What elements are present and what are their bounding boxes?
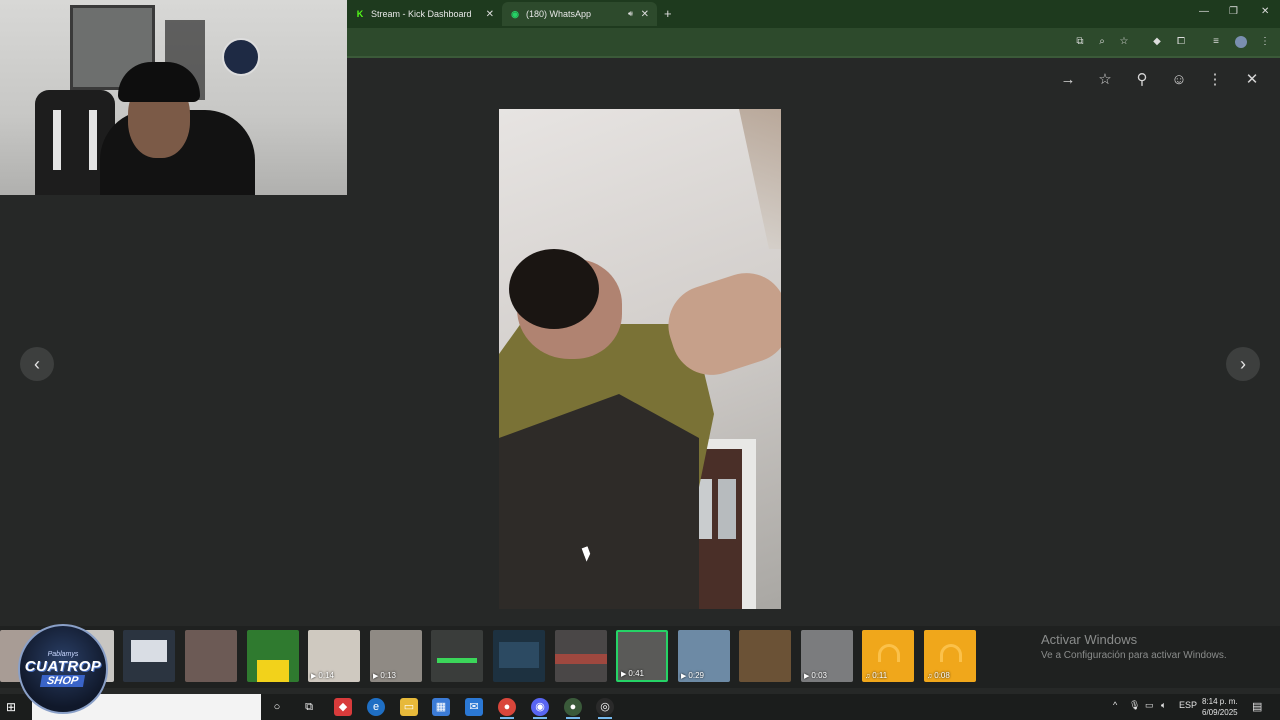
thumbnail[interactable]: ▶ 0:29 — [678, 630, 730, 682]
notifications-icon[interactable]: ▤ — [1252, 700, 1262, 713]
star-icon[interactable]: ☆ — [1095, 70, 1115, 90]
headphones-icon — [878, 644, 900, 662]
thumbnail-audio[interactable]: ♫ 0:11 — [862, 630, 914, 682]
video-duration: 0:29 — [688, 671, 704, 680]
edge-icon[interactable]: e — [367, 698, 385, 716]
thumbnail[interactable] — [185, 630, 237, 682]
brand-logo-overlay: Pablamys CUATROP SHOP — [18, 624, 108, 714]
store-icon[interactable]: ▦ — [432, 698, 450, 716]
thumbnail-audio[interactable]: ♫ 0:08 — [924, 630, 976, 682]
pin-icon[interactable]: ⚲ — [1132, 70, 1152, 90]
close-tab-icon[interactable]: ✕ — [486, 9, 494, 20]
language-indicator[interactable]: ESP — [1179, 700, 1197, 710]
tab-title: (180) WhatsApp — [526, 9, 592, 19]
brand-logo-top: Pablamys — [47, 651, 79, 658]
tray-chevron-icon[interactable]: ^ — [1113, 700, 1117, 710]
next-media-button[interactable]: › — [1226, 347, 1260, 381]
extensions-puzzle-icon[interactable]: ⧠ — [1175, 36, 1187, 48]
clock-date: 6/09/2025 — [1202, 708, 1238, 717]
clock-time: 8:14 p. m. — [1202, 697, 1238, 706]
close-tab-icon[interactable]: ✕ — [641, 9, 649, 20]
media-controls-icon[interactable]: ≡ — [1210, 36, 1222, 48]
thumbnail[interactable] — [431, 630, 483, 682]
thumbnail[interactable]: ▶ 0:03 — [801, 630, 853, 682]
audio-duration: 0:11 — [872, 671, 888, 680]
headphones-icon — [940, 644, 962, 662]
kick-icon: K — [356, 9, 364, 19]
tab-title: Stream - Kick Dashboard — [371, 9, 472, 19]
cast-icon[interactable]: ⧉ — [1074, 36, 1086, 48]
bookmark-star-icon[interactable]: ☆ — [1118, 36, 1130, 48]
video-duration: 0:13 — [380, 671, 396, 680]
thumbnail[interactable] — [739, 630, 791, 682]
media-video-player[interactable] — [499, 109, 781, 609]
speaker-icon[interactable]: 🔊︎ — [628, 9, 633, 19]
forward-icon[interactable]: → — [1058, 70, 1078, 90]
brand-logo-tag: SHOP — [40, 675, 86, 687]
network-icon[interactable]: ▭ — [1145, 700, 1154, 711]
close-icon[interactable]: ✕ — [1242, 70, 1262, 90]
taskbar-clock[interactable]: 8:14 p. m. 6/09/2025 — [1202, 696, 1238, 718]
mail-icon[interactable]: ✉ — [465, 698, 483, 716]
windows-start-icon[interactable]: ⊞ — [6, 700, 20, 714]
video-icon: ▶ — [373, 673, 379, 680]
react-emoji-icon[interactable]: ☺ — [1169, 70, 1189, 90]
browser-toolbar: ⧉ ⌕ ☆ ◆ ⧠ ≡ ⋮ — [347, 28, 1280, 56]
webcam-wall-logo — [222, 38, 260, 76]
windows-activation-watermark: Activar Windows Ve a Configuración para … — [1041, 632, 1227, 661]
app-red-icon[interactable]: ◆ — [334, 698, 352, 716]
more-options-icon[interactable]: ⋮ — [1205, 70, 1225, 90]
video-icon: ▶ — [311, 673, 317, 680]
chrome-profile-icon[interactable]: ● — [564, 698, 582, 719]
tab-whatsapp[interactable]: ◉ (180) WhatsApp 🔊︎ ✕ — [502, 2, 657, 26]
audio-icon: ♫ — [927, 673, 933, 680]
webcam-overlay — [0, 0, 347, 195]
extension-diamond-icon[interactable]: ◆ — [1151, 36, 1163, 48]
thumbnail[interactable] — [555, 630, 607, 682]
window-close-icon[interactable]: ✕ — [1261, 6, 1269, 17]
file-explorer-icon[interactable]: ▭ — [400, 698, 418, 716]
chrome-icon[interactable]: ● — [498, 698, 516, 719]
audio-duration: 0:08 — [934, 671, 950, 680]
audio-icon: ♫ — [865, 673, 871, 680]
new-tab-button[interactable]: + — [664, 6, 672, 21]
volume-icon[interactable]: 🔈︎ — [1161, 700, 1166, 711]
media-person-hair — [509, 249, 599, 329]
watermark-title: Activar Windows — [1041, 632, 1138, 647]
zoom-icon[interactable]: ⌕ — [1096, 36, 1108, 48]
thumbnail-selected[interactable]: ▶ 0:41 — [616, 630, 668, 682]
watermark-subtitle: Ve a Configuración para activar Windows. — [1041, 650, 1227, 661]
browser-tab-bar: K Stream - Kick Dashboard ✕ ◉ (180) What… — [347, 0, 1280, 28]
cortana-icon[interactable]: ○ — [268, 698, 286, 716]
minimize-icon[interactable]: — — [1199, 6, 1209, 17]
thumbnail[interactable] — [493, 630, 545, 682]
video-duration: 0:41 — [628, 669, 644, 678]
toolbar-divider — [347, 56, 1280, 58]
microphone-icon[interactable]: 🎙︎ — [1129, 700, 1140, 711]
profile-avatar[interactable] — [1235, 36, 1247, 48]
thumbnail[interactable]: ▶ 0:14 — [308, 630, 360, 682]
video-duration: 0:03 — [811, 671, 827, 680]
previous-media-button[interactable]: ‹ — [20, 347, 54, 381]
video-icon: ▶ — [621, 671, 627, 678]
discord-icon[interactable]: ◉ — [531, 698, 549, 719]
brand-logo-name: CUATROP — [24, 658, 102, 675]
thumbnail[interactable] — [123, 630, 175, 682]
task-view-icon[interactable]: ⧉ — [300, 698, 318, 716]
thumbnail[interactable] — [247, 630, 299, 682]
video-icon: ▶ — [804, 673, 810, 680]
thumbnail[interactable]: ▶ 0:13 — [370, 630, 422, 682]
screen: K Stream - Kick Dashboard ✕ ◉ (180) What… — [0, 0, 1280, 720]
obs-icon[interactable]: ◎ — [596, 698, 614, 719]
video-icon: ▶ — [681, 673, 687, 680]
whatsapp-icon: ◉ — [511, 8, 519, 19]
tab-kick-dashboard[interactable]: K Stream - Kick Dashboard ✕ — [347, 2, 502, 26]
video-duration: 0:14 — [318, 671, 334, 680]
restore-icon[interactable]: ❐ — [1229, 6, 1238, 17]
menu-kebab-icon[interactable]: ⋮ — [1259, 36, 1271, 48]
